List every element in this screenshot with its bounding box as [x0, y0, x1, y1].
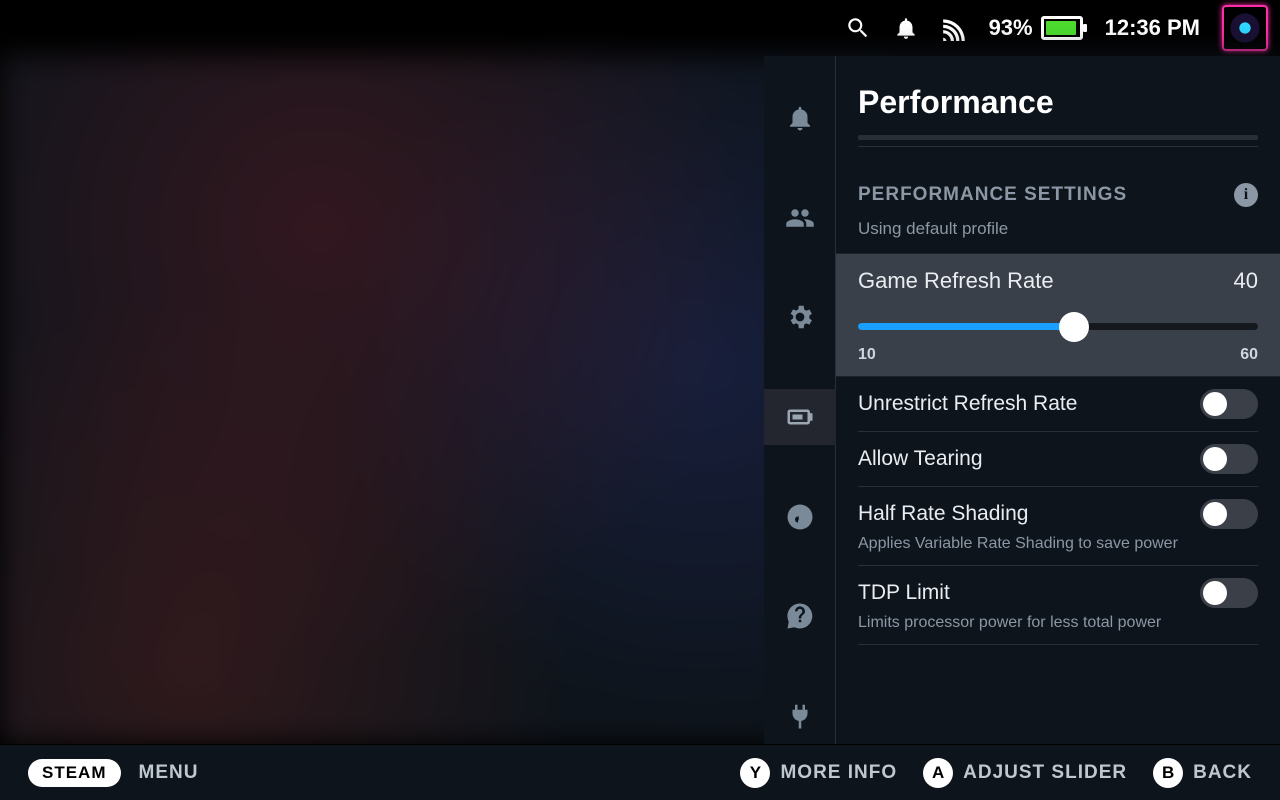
slider-min: 10: [858, 346, 876, 364]
cast-icon: [941, 15, 967, 41]
footer-action[interactable]: B BACK: [1153, 758, 1252, 788]
steam-button[interactable]: STEAM: [28, 759, 121, 787]
toggle-label: Half Rate Shading: [858, 502, 1028, 526]
quick-access-panel: Performance PERFORMANCE SETTINGS i Using…: [764, 56, 1280, 744]
music-icon: [785, 502, 815, 532]
footer-bar: STEAM MENU Y MORE INFO A ADJUST SLIDER B BACK: [0, 744, 1280, 800]
toggle-switch[interactable]: [1200, 444, 1258, 474]
battery-percent: 93%: [989, 15, 1033, 41]
battery-status: 93%: [989, 15, 1083, 41]
toggle-row[interactable]: Half Rate Shading Applies Variable Rate …: [858, 487, 1258, 566]
search-icon: [845, 15, 871, 41]
toggle-row[interactable]: Allow Tearing: [858, 432, 1258, 487]
bell-icon: [785, 103, 815, 133]
nav-performance[interactable]: [764, 389, 836, 445]
panel-title: Performance: [858, 84, 1258, 121]
slider-max: 60: [1240, 346, 1258, 364]
notifications-button[interactable]: [893, 15, 919, 41]
nav-notifications[interactable]: [764, 90, 836, 146]
panel-content: Performance PERFORMANCE SETTINGS i Using…: [836, 56, 1280, 744]
search-button[interactable]: [845, 15, 871, 41]
battery-icon: [1041, 16, 1083, 40]
nav-friends[interactable]: [764, 190, 836, 246]
slider-value: 40: [1234, 268, 1258, 294]
toggle-row[interactable]: TDP Limit Limits processor power for les…: [858, 566, 1258, 645]
footer-action-label: BACK: [1193, 762, 1252, 784]
toggle-label: Allow Tearing: [858, 447, 983, 471]
help-icon: [785, 601, 815, 631]
toggle-row[interactable]: Unrestrict Refresh Rate: [858, 377, 1258, 432]
toggle-label: TDP Limit: [858, 581, 950, 605]
button-glyph: Y: [740, 758, 770, 788]
toggle-switch[interactable]: [1200, 499, 1258, 529]
profile-note: Using default profile: [858, 219, 1258, 239]
section-heading: PERFORMANCE SETTINGS: [858, 184, 1127, 206]
toggle-switch[interactable]: [1200, 389, 1258, 419]
friends-icon: [785, 203, 815, 233]
menu-label: MENU: [139, 762, 199, 784]
refresh-rate-setting[interactable]: Game Refresh Rate 40 10 60: [836, 253, 1280, 377]
status-bar: 93% 12:36 PM: [0, 0, 1280, 56]
battery-landscape-icon: [785, 402, 815, 432]
avatar[interactable]: [1222, 5, 1268, 51]
footer-action[interactable]: A ADJUST SLIDER: [923, 758, 1127, 788]
gear-icon: [785, 302, 815, 332]
footer-action[interactable]: Y MORE INFO: [740, 758, 897, 788]
clock: 12:36 PM: [1105, 15, 1200, 41]
footer-action-label: ADJUST SLIDER: [963, 762, 1127, 784]
refresh-rate-slider[interactable]: [858, 310, 1258, 342]
nav-settings[interactable]: [764, 289, 836, 345]
section-header: PERFORMANCE SETTINGS i: [858, 183, 1258, 207]
cast-status: [941, 15, 967, 41]
bell-icon: [893, 15, 919, 41]
plug-icon: [785, 701, 815, 731]
slider-label: Game Refresh Rate: [858, 268, 1054, 294]
divider: [858, 135, 1258, 140]
footer-action-label: MORE INFO: [780, 762, 897, 784]
button-glyph: B: [1153, 758, 1183, 788]
toggle-description: Limits processor power for less total po…: [858, 614, 1258, 632]
button-glyph: A: [923, 758, 953, 788]
toggle-label: Unrestrict Refresh Rate: [858, 392, 1077, 416]
toggle-description: Applies Variable Rate Shading to save po…: [858, 535, 1258, 553]
nav-help[interactable]: [764, 589, 836, 645]
quick-access-nav: [764, 56, 836, 744]
toggle-switch[interactable]: [1200, 578, 1258, 608]
divider: [858, 146, 1258, 147]
nav-music[interactable]: [764, 489, 836, 545]
nav-power[interactable]: [764, 688, 836, 744]
info-icon[interactable]: i: [1234, 183, 1258, 207]
